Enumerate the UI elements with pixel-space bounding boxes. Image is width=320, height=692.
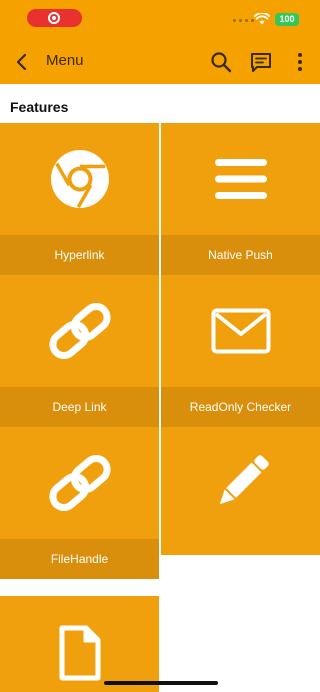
feature-tile-readonly-checker[interactable]: ReadOnly Checker [161,275,320,427]
app-bar: Menu [0,40,320,84]
battery-indicator: 100 [275,13,299,26]
feature-tile-deep-link[interactable]: Deep Link [0,275,159,427]
tile-label: FileHandle [0,539,159,579]
tile-label: Deep Link [0,387,159,427]
feature-tile-filehandle[interactable]: FileHandle [0,427,159,579]
more-vertical-icon[interactable] [288,50,312,74]
link-icon [48,303,111,359]
message-icon[interactable] [249,50,273,74]
section-title: Features [10,99,69,115]
tile-label: Hyperlink [0,235,159,275]
mail-icon [211,308,270,354]
chrome-icon [50,150,109,208]
search-icon[interactable] [209,50,233,74]
wifi-icon [254,13,270,25]
menu-lines-icon [214,159,267,199]
feature-tile-hyperlink[interactable]: Hyperlink [0,123,159,275]
tile-label: Native Push [161,235,320,275]
feature-tile-native-push[interactable]: Native Push [161,123,320,275]
back-icon[interactable] [10,50,34,74]
file-icon [59,625,100,681]
feature-tile-file[interactable] [0,596,159,692]
link-icon [48,455,111,511]
feature-tile-edit[interactable] [161,427,320,555]
status-bar: 100 [0,0,320,40]
signal-icon [233,19,254,22]
pencil-icon [219,455,269,505]
record-icon [48,12,60,24]
tile-label: ReadOnly Checker [161,387,320,427]
home-indicator[interactable] [104,681,218,685]
screen-recording-indicator[interactable] [27,9,82,27]
page-title: Menu [46,52,84,69]
